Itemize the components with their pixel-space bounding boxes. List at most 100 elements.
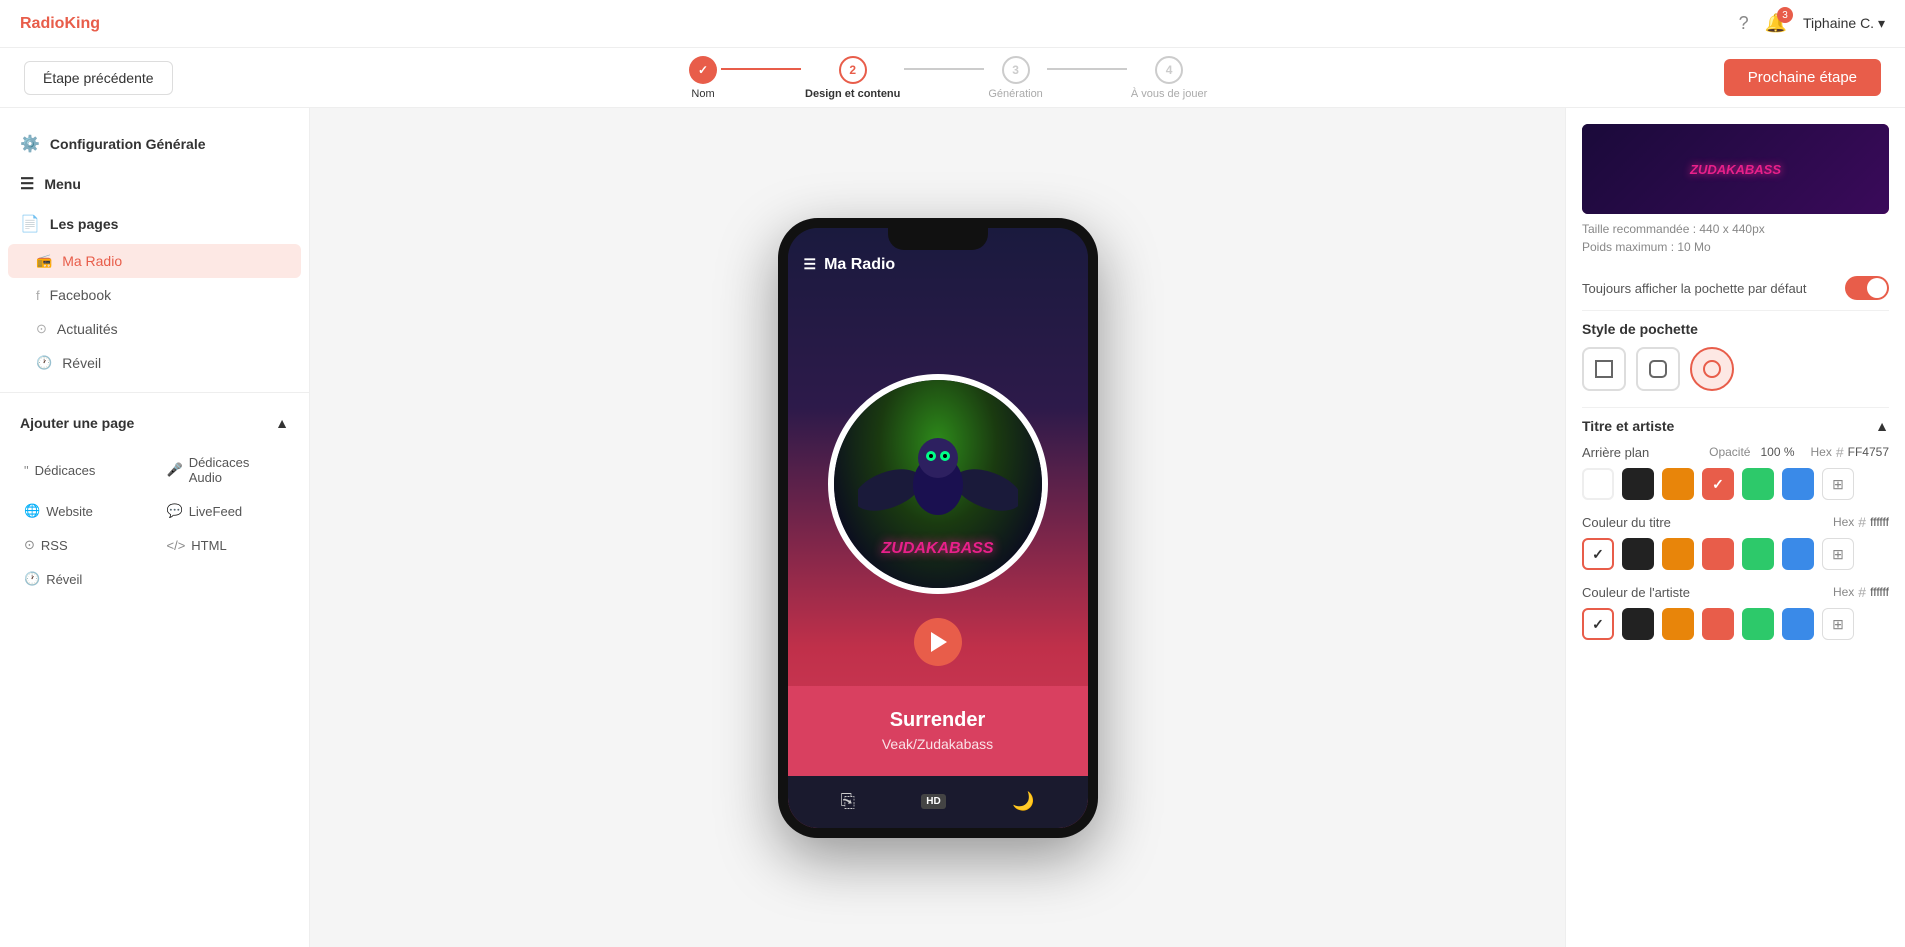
title-hex-label: Hex <box>1833 515 1854 529</box>
artist-swatch-red[interactable] <box>1702 608 1734 640</box>
phone-mockup: ☰ Ma Radio <box>778 218 1098 838</box>
add-page-rss[interactable]: ⊙ RSS <box>16 531 151 559</box>
style-title: Style de pochette <box>1582 321 1889 337</box>
add-page-dedicaces-audio[interactable]: 🎤 Dédicaces Audio <box>159 449 294 491</box>
step-2: 2 Design et contenu <box>805 56 988 100</box>
radio-icon: 📻 <box>36 253 52 269</box>
step-4: 4 À vous de jouer <box>1131 56 1207 100</box>
bg-swatch-red[interactable]: ✓ <box>1702 468 1734 500</box>
add-page-grid: " Dédicaces 🎤 Dédicaces Audio 🌐 Website … <box>0 441 309 601</box>
always-show-toggle-row: Toujours afficher la pochette par défaut <box>1582 266 1889 311</box>
step-line-1-2 <box>721 68 801 70</box>
add-page-reveil[interactable]: 🕐 Réveil <box>16 565 151 593</box>
title-color-header: Couleur du titre Hex # ffffff <box>1582 514 1889 530</box>
artist-swatch-green[interactable] <box>1742 608 1774 640</box>
play-triangle-icon <box>931 632 947 652</box>
right-panel: ZUDAKABASS Taille recommandée : 440 x 44… <box>1565 108 1905 947</box>
config-title: Configuration Générale <box>50 136 206 152</box>
cover-image-thumb: ZUDAKABASS <box>1582 124 1889 214</box>
share-icon[interactable]: ⎘ <box>841 791 855 812</box>
title-swatch-orange[interactable] <box>1662 538 1694 570</box>
artist-swatch-white[interactable]: ✓ <box>1582 608 1614 640</box>
always-show-toggle[interactable] <box>1845 276 1889 300</box>
page-item-facebook[interactable]: f Facebook <box>0 278 309 312</box>
bg-swatch-black[interactable] <box>1622 468 1654 500</box>
app-logo: RadioKing <box>20 15 100 33</box>
style-square[interactable] <box>1582 347 1626 391</box>
title-swatch-white[interactable]: ✓ <box>1582 538 1614 570</box>
chat-icon: 💬 <box>167 503 183 519</box>
moon-icon[interactable]: 🌙 <box>1012 791 1034 812</box>
artist-hex-label: Hex <box>1833 585 1854 599</box>
step-label-3: Génération <box>988 88 1042 100</box>
step-3: 3 Génération <box>988 56 1130 100</box>
phone-album-circle: ZUDAKABASS <box>828 374 1048 594</box>
add-page-website[interactable]: 🌐 Website <box>16 497 151 525</box>
title-swatch-blue[interactable] <box>1782 538 1814 570</box>
add-page-label: LiveFeed <box>189 504 242 519</box>
add-page-header[interactable]: Ajouter une page ▲ <box>0 405 309 441</box>
title-color-section: Couleur du titre Hex # ffffff ✓ ⊞ <box>1582 514 1889 570</box>
add-page-livefeed[interactable]: 💬 LiveFeed <box>159 497 294 525</box>
prev-step-button[interactable]: Étape précédente <box>24 61 173 95</box>
user-name[interactable]: Tiphaine C. ▾ <box>1803 15 1885 32</box>
clock2-icon: 🕐 <box>24 571 40 587</box>
artist-swatch-blue[interactable] <box>1782 608 1814 640</box>
hamburger-icon: ☰ <box>804 256 817 273</box>
opacity-value: 100 % <box>1760 445 1794 459</box>
notification-badge: 3 <box>1777 7 1793 23</box>
code-icon: </> <box>167 538 186 553</box>
notification-icon[interactable]: 🔔 3 <box>1765 13 1787 34</box>
bg-swatch-white[interactable] <box>1582 468 1614 500</box>
add-page-label: HTML <box>191 538 226 553</box>
title-color-label: Couleur du titre <box>1582 515 1671 530</box>
artist-color-section: Couleur de l'artiste Hex # ffffff ✓ ⊞ <box>1582 584 1889 640</box>
bg-swatches: ✓ ⊞ <box>1582 468 1889 500</box>
rss2-icon: ⊙ <box>24 537 35 553</box>
artist-swatch-orange[interactable] <box>1662 608 1694 640</box>
title-color-more-btn[interactable]: ⊞ <box>1822 538 1854 570</box>
phone-album-area: ZUDAKABASS <box>788 282 1088 686</box>
artist-color-more-btn[interactable]: ⊞ <box>1822 608 1854 640</box>
quote-icon: " <box>24 463 29 478</box>
bg-color-header: Arrière plan Opacité 100 % Hex # FF4757 <box>1582 444 1889 460</box>
title-swatch-black[interactable] <box>1622 538 1654 570</box>
add-page-html[interactable]: </> HTML <box>159 531 294 559</box>
bg-swatch-orange[interactable] <box>1662 468 1694 500</box>
style-circle[interactable] <box>1690 347 1734 391</box>
pages-section: 📄 Les pages <box>0 204 309 244</box>
album-art-svg <box>858 410 1018 550</box>
main-layout: ⚙️ Configuration Générale ☰ Menu 📄 Les p… <box>0 108 1905 947</box>
bg-swatch-green[interactable] <box>1742 468 1774 500</box>
always-show-label: Toujours afficher la pochette par défaut <box>1582 281 1807 296</box>
phone-notch <box>888 228 988 250</box>
artist-swatch-check-icon: ✓ <box>1592 616 1604 633</box>
add-page-title: Ajouter une page <box>20 415 134 431</box>
page-item-actualites[interactable]: ⊙ Actualités <box>0 312 309 346</box>
page-item-reveil[interactable]: 🕐 Réveil <box>0 346 309 380</box>
style-rounded[interactable] <box>1636 347 1680 391</box>
bg-color-more-btn[interactable]: ⊞ <box>1822 468 1854 500</box>
play-button[interactable] <box>914 618 962 666</box>
step-label-2: Design et contenu <box>805 88 900 100</box>
step-1: ✓ Nom <box>689 56 805 100</box>
add-page-dedicaces[interactable]: " Dédicaces <box>16 449 151 491</box>
bg-swatch-blue[interactable] <box>1782 468 1814 500</box>
step-circle-3: 3 <box>1002 56 1030 84</box>
add-page-label: Website <box>46 504 93 519</box>
step-line-2-3 <box>904 68 984 70</box>
artist-swatch-black[interactable] <box>1622 608 1654 640</box>
menu-section[interactable]: ☰ Menu <box>0 164 309 204</box>
next-step-button[interactable]: Prochaine étape <box>1724 59 1881 96</box>
help-icon[interactable]: ? <box>1739 13 1749 34</box>
song-artist: Veak/Zudakabass <box>882 736 993 752</box>
hex-row: Hex # FF4757 <box>1811 444 1890 460</box>
header-bar: Étape précédente ✓ Nom 2 Design et conte… <box>0 48 1905 108</box>
album-art-text: ZUDAKABASS <box>882 540 994 558</box>
title-hex-hash: # <box>1858 514 1866 530</box>
title-swatch-red[interactable] <box>1702 538 1734 570</box>
logo-text: RadioKing <box>20 15 100 32</box>
page-item-ma-radio[interactable]: 📻 Ma Radio <box>8 244 301 278</box>
title-swatch-green[interactable] <box>1742 538 1774 570</box>
title-artist-section[interactable]: Titre et artiste ▲ <box>1582 407 1889 444</box>
